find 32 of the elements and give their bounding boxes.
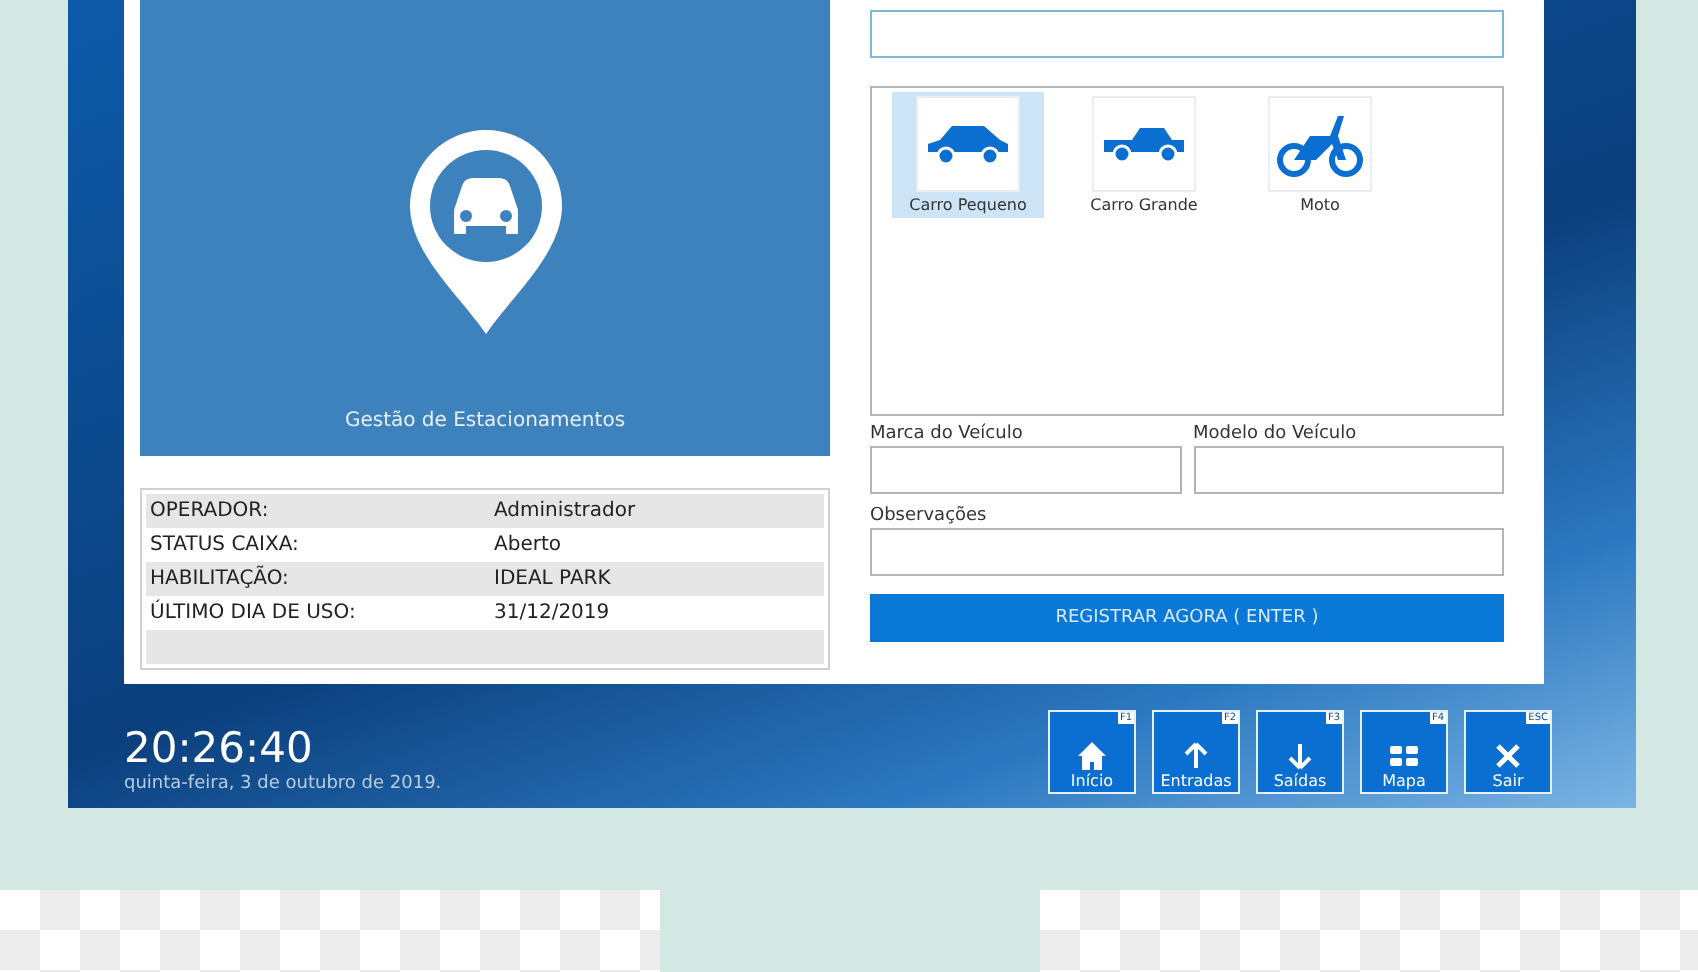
pickup-truck-icon [1100,124,1188,164]
table-cell-text: Administrador [492,500,638,522]
down-arrow-icon [1284,740,1316,772]
input-field[interactable] [1193,446,1504,494]
close-icon [1492,740,1524,772]
clock-time: 20:26:40 [124,722,315,774]
up-arrow-icon [1180,740,1212,772]
field-label: Observações [870,506,989,526]
table-cell-text: OPERADOR: [148,500,271,522]
vehicle-type-label: Carro Grande [1090,196,1198,214]
vehicle-type-label: Carro Pequeno [909,196,1027,214]
car-icon [924,120,1012,168]
clock-date: quinta-feira, 3 de outubro de 2019. [124,774,442,794]
table-cell-text: IDEAL PARK [492,568,613,590]
register-button[interactable]: REGISTRAR AGORA ( ENTER ) [870,594,1504,642]
vehicle-type-label: Moto [1300,196,1340,214]
plate-input-field[interactable] [870,10,1504,58]
table-cell-text: STATUS CAIXA: [148,534,301,556]
vehicle-type-item[interactable]: Carro Pequeno [892,92,1044,218]
motorcycle-icon [1276,110,1364,178]
table-cell-text: Aberto [492,534,563,556]
parking-cars-icon [1388,740,1420,772]
table-cell-text: 31/12/2019 [492,602,612,624]
home-icon [1076,740,1108,772]
field-label: Marca do Veículo [870,424,1025,444]
table-cell-text: HABILITAÇÃO: [148,568,291,590]
input-field[interactable] [870,446,1181,494]
input-field[interactable] [870,528,1504,576]
brand-title: Gestão de Estacionamentos [344,410,626,432]
field-label: Modelo do Veículo [1193,424,1359,444]
table-cell-text: ÚLTIMO DIA DE USO: [148,602,358,624]
location-pin-car-icon [405,126,565,338]
